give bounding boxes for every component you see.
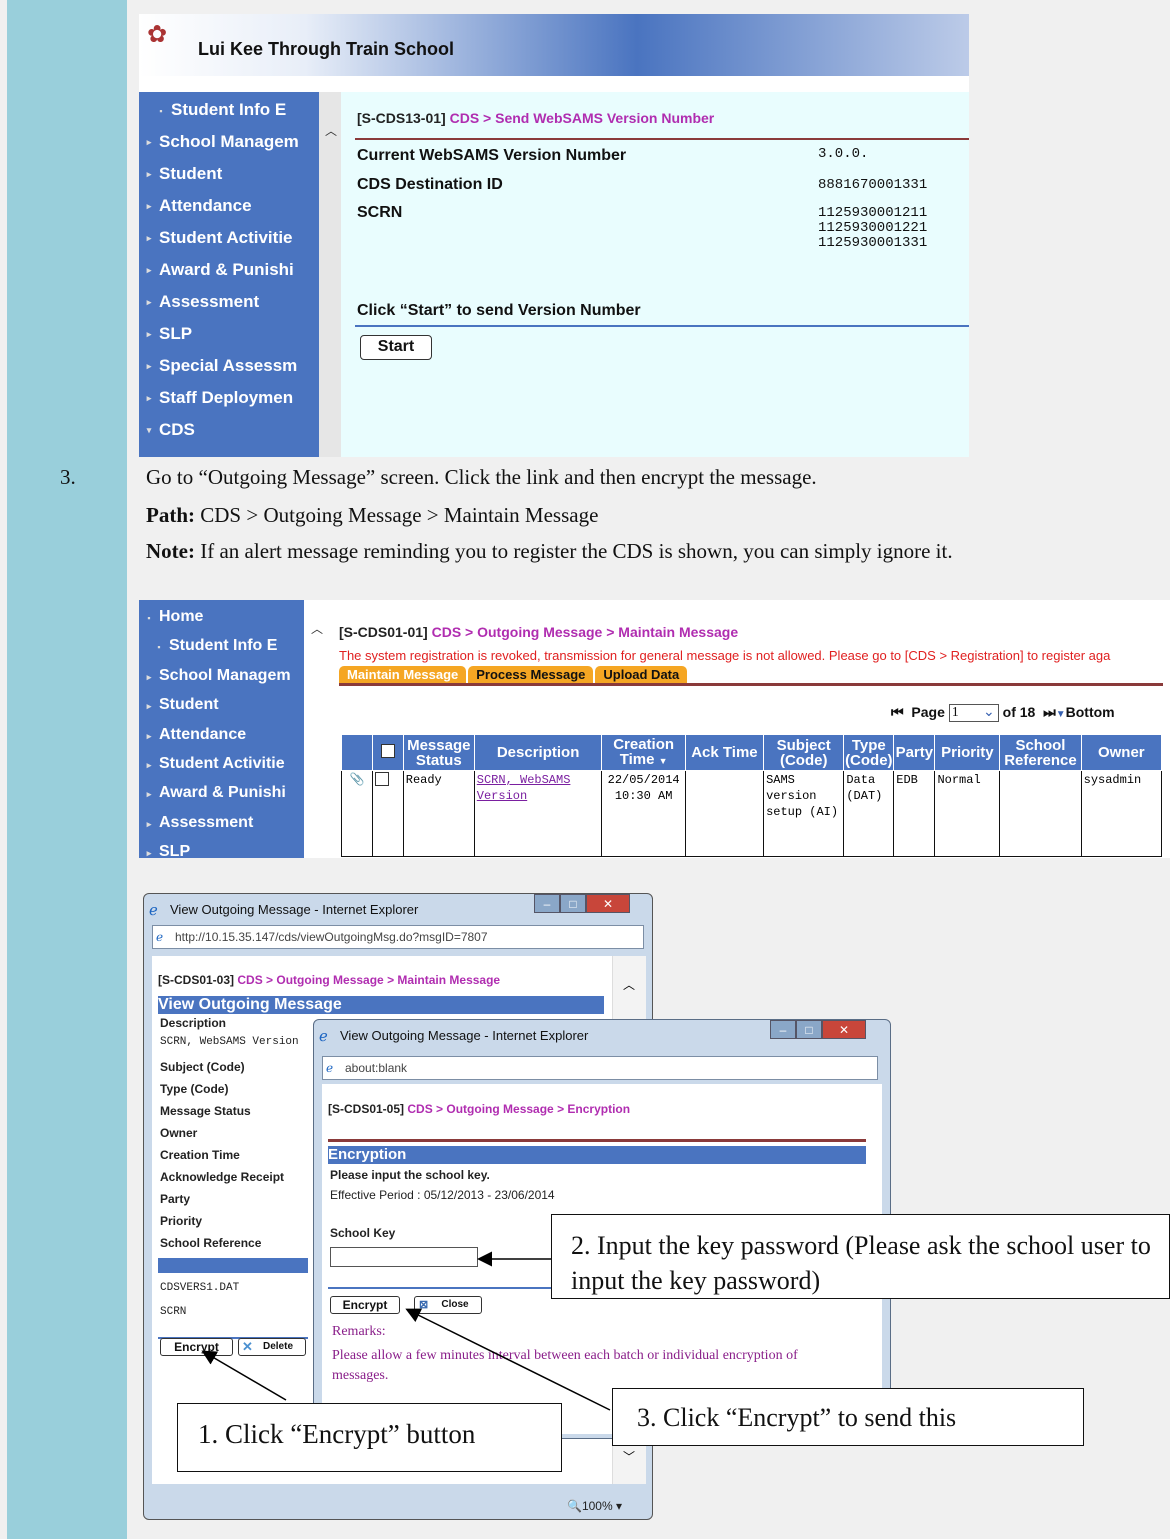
arrow-to-encrypt-send — [405, 1308, 611, 1411]
callout-encrypt-send: 3. Click “Encrypt” to send this — [612, 1388, 1084, 1446]
callout-input-key: 2. Input the key password (Please ask th… — [551, 1214, 1170, 1299]
callout-click-encrypt: 1. Click “Encrypt” button — [177, 1403, 562, 1472]
annotation-arrows — [201, 1251, 611, 1411]
arrow-to-encrypt-button — [201, 1350, 287, 1401]
